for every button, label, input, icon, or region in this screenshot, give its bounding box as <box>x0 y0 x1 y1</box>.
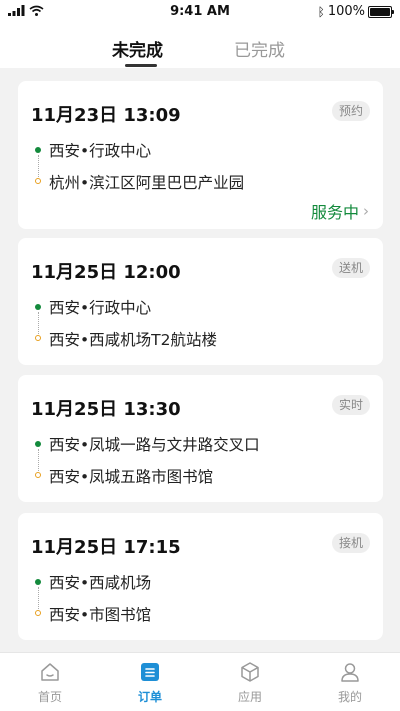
route-line <box>37 449 39 471</box>
origin-address: 西安•行政中心 <box>49 299 152 317</box>
origin-address: 西安•凤城一路与文井路交叉口 <box>49 436 260 454</box>
tab-incomplete[interactable]: 未完成 <box>112 36 163 61</box>
order-card[interactable]: 11月23日 13:09 预约 西安•行政中心 杭州•滨江区阿里巴巴产业园 服务… <box>18 81 383 229</box>
order-card[interactable]: 11月25日 12:00 送机 西安•行政中心 西安•西咸机场T2航站楼 <box>18 238 383 365</box>
order-type-badge: 预约 <box>331 101 370 121</box>
order-type-badge: 实时 <box>331 395 370 415</box>
origin-dot-icon <box>35 147 41 153</box>
destination-address: 西安•凤城五路市图书馆 <box>49 468 214 486</box>
tab-completed[interactable]: 已完成 <box>234 36 285 61</box>
destination-address: 杭州•滨江区阿里巴巴产业园 <box>49 174 245 192</box>
origin-address: 西安•行政中心 <box>49 142 152 160</box>
status-right: ᛒ 100% <box>317 4 394 19</box>
destination-dot-icon <box>35 610 41 616</box>
order-card[interactable]: 11月25日 17:15 接机 西安•西咸机场 西安•市图书馆 <box>18 513 383 640</box>
bottom-nav: 首页 订单 应用 我的 <box>0 652 400 711</box>
nav-home[interactable]: 首页 <box>0 653 100 711</box>
nav-apps[interactable]: 应用 <box>200 653 300 711</box>
order-list[interactable]: 11月23日 13:09 预约 西安•行政中心 杭州•滨江区阿里巴巴产业园 服务… <box>0 68 400 652</box>
nav-home-label: 首页 <box>37 690 62 704</box>
order-time: 11月25日 13:30 <box>31 399 181 420</box>
destination-dot-icon <box>35 472 41 478</box>
nav-profile[interactable]: 我的 <box>300 653 400 711</box>
chevron-right-icon: › <box>363 202 369 220</box>
nav-apps-label: 应用 <box>237 690 262 704</box>
origin-dot-icon <box>35 304 41 310</box>
battery-fill <box>370 7 390 16</box>
origin-dot-icon <box>35 441 41 447</box>
route-line <box>37 312 39 334</box>
nav-profile-label: 我的 <box>337 690 362 704</box>
user-icon <box>341 663 359 682</box>
order-tabs: 未完成 已完成 <box>0 24 400 68</box>
bluetooth-icon: ᛒ <box>317 4 325 19</box>
cube-icon <box>241 662 259 682</box>
route-line <box>37 155 39 177</box>
order-time: 11月25日 12:00 <box>31 262 181 283</box>
destination-address: 西安•西咸机场T2航站楼 <box>49 331 217 349</box>
battery-percent: 100% <box>327 4 365 19</box>
order-status-link[interactable]: 服务中 › <box>311 199 369 223</box>
destination-dot-icon <box>35 335 41 341</box>
battery-icon <box>368 5 394 18</box>
order-time: 11月25日 17:15 <box>31 537 181 558</box>
origin-address: 西安•西咸机场 <box>49 574 152 592</box>
order-time: 11月23日 13:09 <box>31 105 181 126</box>
nav-orders[interactable]: 订单 <box>100 653 200 711</box>
tab-indicator <box>125 64 157 67</box>
order-card[interactable]: 11月25日 13:30 实时 西安•凤城一路与文井路交叉口 西安•凤城五路市图… <box>18 375 383 502</box>
order-status: 服务中 <box>310 203 359 222</box>
order-type-badge: 接机 <box>331 533 370 553</box>
route-line <box>37 587 39 609</box>
origin-dot-icon <box>35 579 41 585</box>
order-type-badge: 送机 <box>331 258 370 278</box>
home-icon <box>41 663 59 681</box>
nav-orders-label: 订单 <box>137 690 162 704</box>
status-bar: 9:41 AM ᛒ 100% <box>0 0 400 24</box>
order-icon <box>141 663 159 681</box>
destination-dot-icon <box>35 178 41 184</box>
destination-address: 西安•市图书馆 <box>49 606 152 624</box>
